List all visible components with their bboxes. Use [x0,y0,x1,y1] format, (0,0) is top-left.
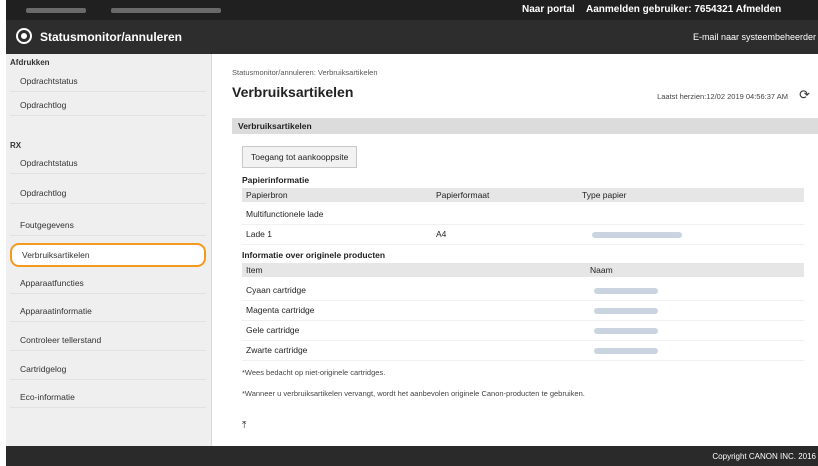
sidebar-item-eco-info[interactable]: Eco-informatie [10,386,206,408]
name-redacted [594,300,658,320]
name-redacted [594,320,658,340]
item-cell: Gele cartridge [246,325,300,335]
table-row: Gele cartridge [242,320,804,341]
table-row: Multifunctionele lade [242,204,804,225]
table-row: Lade 1 A4 [242,224,804,245]
original-info-heading: Informatie over originele producten [242,250,386,260]
top-bar: Naar portal Aanmelden gebruiker: 7654321… [6,0,818,20]
mail-admin-link[interactable]: E-mail naar systeembeheerder [693,32,816,42]
sidebar-item-print-job-log[interactable]: Opdrachtlog [10,94,206,116]
table-row: Magenta cartridge [242,300,804,321]
item-cell: Cyaan cartridge [246,285,307,295]
sidebar-item-consumables[interactable]: Verbruiksartikelen [10,243,206,267]
main-content: Statusmonitor/annuleren: Verbruiksartike… [220,54,818,446]
table-row: Zwarte cartridge [242,340,804,361]
breadcrumb: Statusmonitor/annuleren: Verbruiksartike… [232,68,378,77]
paper-info-heading: Papierinformatie [242,175,310,185]
sidebar-item-device-info[interactable]: Apparaatinformatie [10,300,206,322]
col-item: Item [246,265,263,275]
page-title: Verbruiksartikelen [232,84,354,100]
original-table-header: Item Naam [242,263,804,277]
sidebar-group-print: Afdrukken [10,58,50,67]
sidebar-item-rx-job-log[interactable]: Opdrachtlog [10,182,206,204]
paper-type-redacted [592,224,682,244]
sidebar: Afdrukken Opdrachtstatus Opdrachtlog RX … [6,54,212,446]
back-to-top-icon[interactable]: ⤒ [242,420,246,431]
paper-source-cell: Multifunctionele lade [246,209,324,219]
footer: Copyright CANON INC. 2016 [6,446,818,466]
table-row: Cyaan cartridge [242,280,804,301]
last-updated: Laatst herzien:12/02 2019 04:56:37 AM [657,92,788,101]
sidebar-item-error-info[interactable]: Foutgegevens [10,214,206,236]
portal-link[interactable]: Naar portal [522,4,575,15]
sidebar-group-rx: RX [10,141,22,150]
status-monitor-icon [16,28,32,44]
copyright: Copyright CANON INC. 2016 [712,452,816,461]
purchase-site-button[interactable]: Toegang tot aankooppsite [242,146,358,168]
col-name: Naam [590,265,613,275]
app-window: Naar portal Aanmelden gebruiker: 7654321… [6,0,818,466]
title-bar: Statusmonitor/annuleren E-mail naar syst… [6,20,818,54]
section-header: Verbruiksartikelen [232,118,818,134]
col-paper-source: Papierbron [246,190,288,200]
app-title: Statusmonitor/annuleren [40,30,183,44]
name-redacted [594,280,658,300]
sidebar-item-cartridge-log[interactable]: Cartridgelog [10,358,206,380]
col-paper-type: Type papier [582,190,627,200]
item-cell: Magenta cartridge [246,305,315,315]
col-paper-size: Papierformaat [436,190,490,200]
blurred-device-name [26,8,86,13]
refresh-icon[interactable]: ⟳ [799,87,810,103]
name-redacted [594,340,658,360]
sidebar-item-rx-job-status[interactable]: Opdrachtstatus [10,152,206,174]
user-logout-link[interactable]: Aanmelden gebruiker: 7654321 Afmelden [586,4,781,15]
note-recommend: *Wanneer u verbruiksartikelen vervangt, … [242,389,585,398]
note-nonoriginal: *Wees bedacht op niet-originele cartridg… [242,368,386,377]
item-cell: Zwarte cartridge [246,345,308,355]
sidebar-item-print-job-status[interactable]: Opdrachtstatus [10,70,206,92]
paper-source-cell: Lade 1 [246,229,272,239]
sidebar-item-device-features[interactable]: Apparaatfuncties [10,272,206,294]
paper-size-cell: A4 [436,229,447,239]
blurred-device-info [111,8,221,13]
paper-table-header: Papierbron Papierformaat Type papier [242,188,804,202]
sidebar-item-counter-check[interactable]: Controleer tellerstand [10,329,206,351]
